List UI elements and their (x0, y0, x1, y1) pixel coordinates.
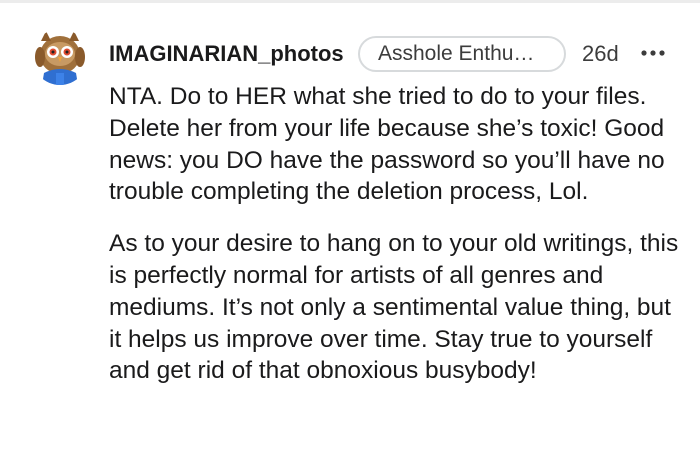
comment-timestamp[interactable]: 26d (582, 41, 619, 67)
comment-paragraph-1: NTA. Do to HER what she tried to do to y… (109, 83, 665, 206)
more-options-button[interactable] (640, 44, 666, 62)
comment-paragraph-2: As to your desire to hang on to your old… (109, 230, 679, 385)
username-link[interactable]: IMAGINARIAN_photos (109, 41, 344, 67)
user-flair-badge: Asshole Enthu… (358, 36, 566, 72)
user-avatar[interactable] (32, 29, 88, 85)
owl-avatar-icon (35, 31, 85, 85)
comment: IMAGINARIAN_photos Asshole Enthu… 26d NT… (0, 0, 700, 475)
comment-body: NTA. Do to HER what she tried to do to y… (109, 81, 679, 387)
comment-meta: IMAGINARIAN_photos Asshole Enthu… 26d (109, 36, 679, 72)
more-options-icon (641, 50, 665, 56)
